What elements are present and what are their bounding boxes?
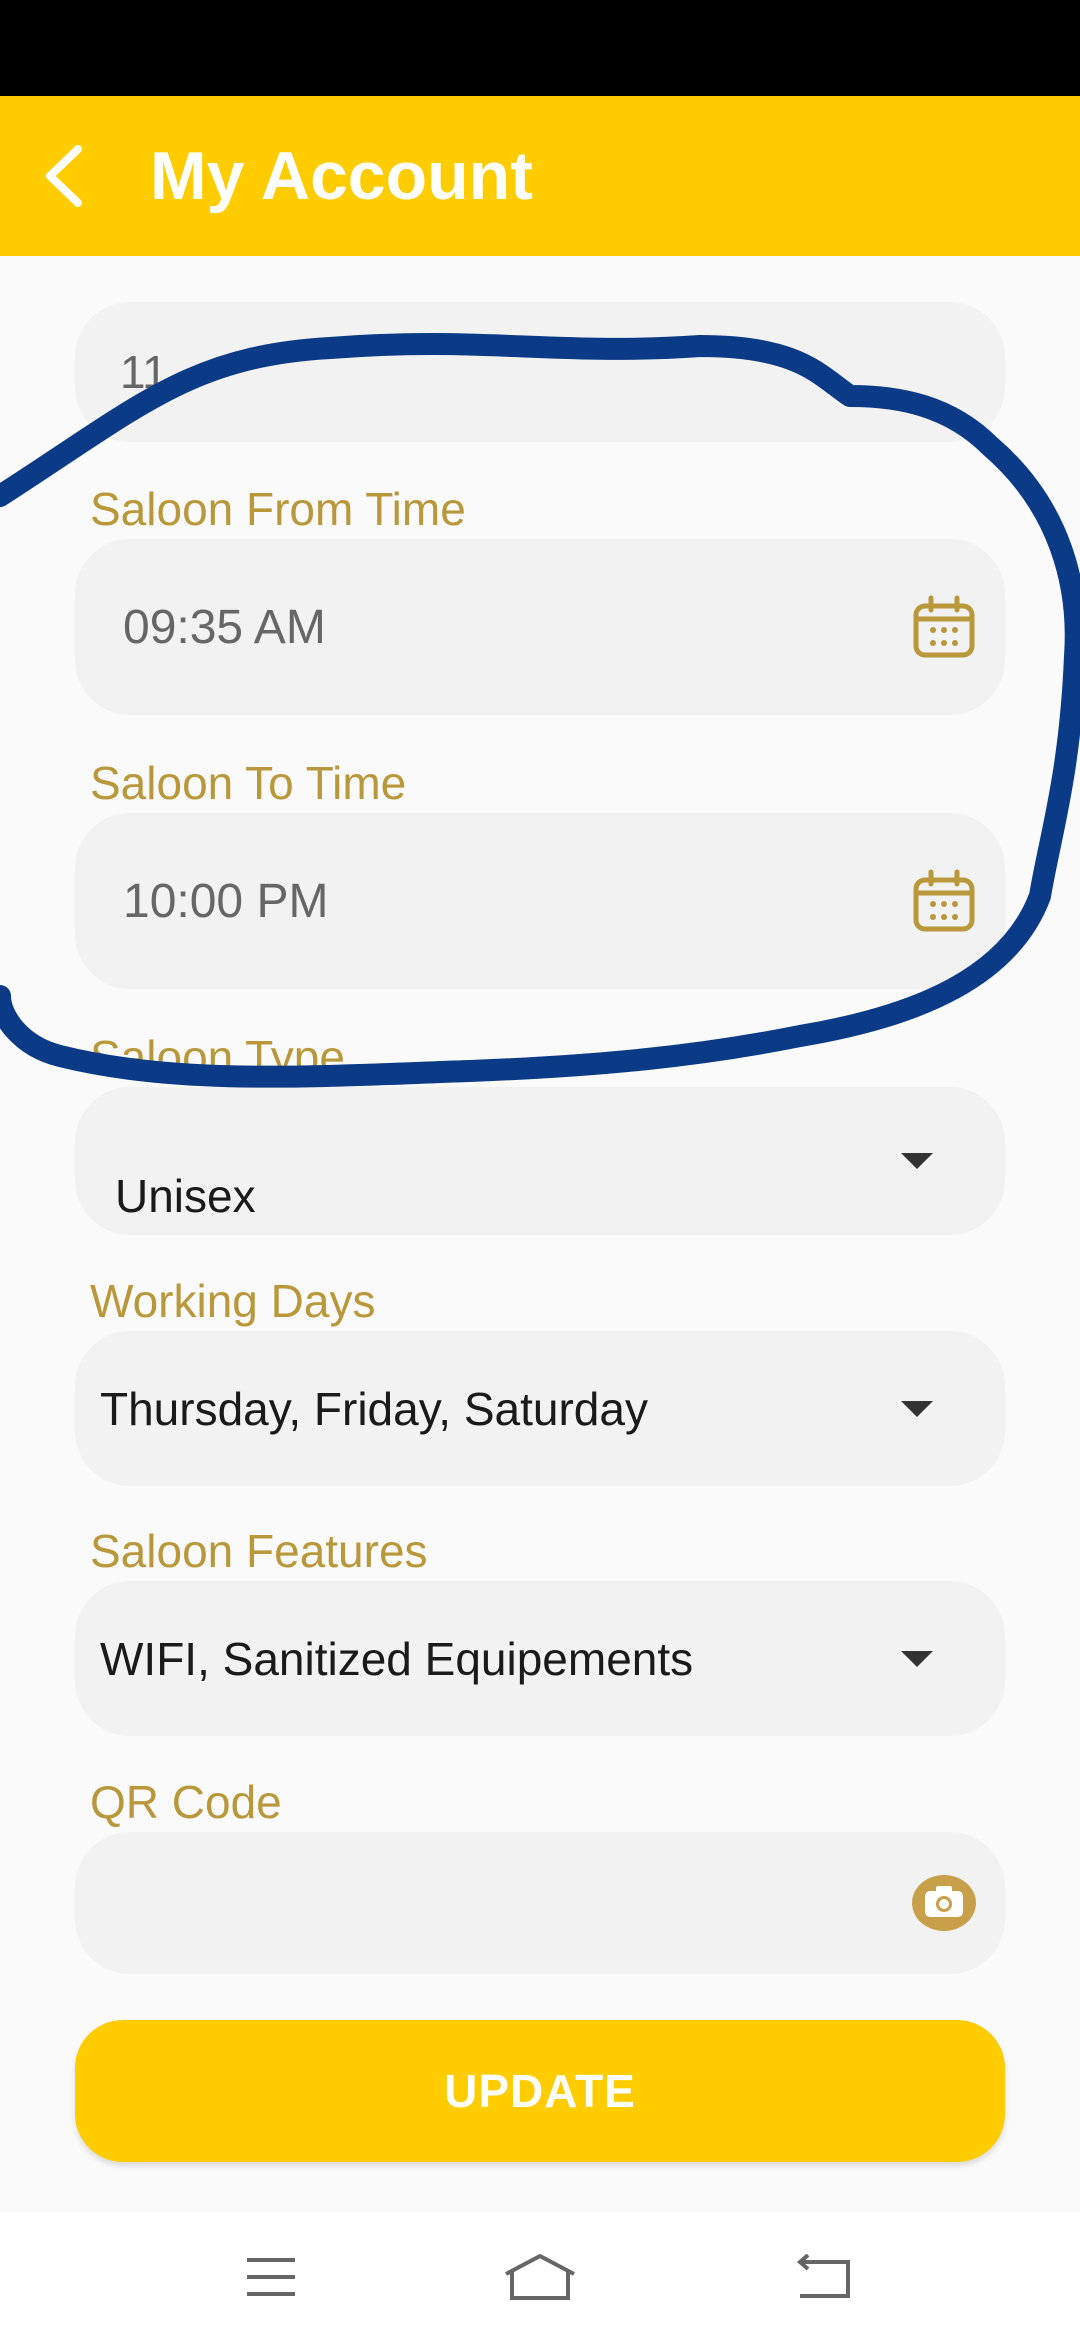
menu-icon[interactable] [231, 2242, 311, 2312]
working-days-label: Working Days [90, 1275, 376, 1327]
back-button[interactable] [0, 96, 130, 256]
chevron-down-icon [901, 1153, 933, 1169]
camera-icon[interactable] [911, 1874, 977, 1932]
calendar-icon[interactable] [911, 594, 977, 660]
page-title: My Account [150, 138, 533, 214]
saloon-type-label: Saloon Type [90, 1031, 345, 1083]
from-time-value: 09:35 AM [123, 600, 326, 654]
update-button[interactable]: UPDATE [75, 2020, 1005, 2162]
calendar-icon[interactable] [911, 868, 977, 934]
qr-code-label: QR Code [90, 1776, 282, 1828]
features-label: Saloon Features [90, 1525, 428, 1577]
to-time-label: Saloon To Time [90, 757, 407, 809]
saloon-type-select[interactable]: Unisex [75, 1087, 1005, 1235]
form-content[interactable]: 11 Saloon From Time 09:35 AM Saloon To T… [0, 256, 1080, 2212]
back-icon[interactable] [784, 2242, 864, 2312]
chevron-down-icon [901, 1401, 933, 1417]
chevron-down-icon [901, 1651, 933, 1667]
app-bar: My Account [0, 96, 1080, 256]
home-icon[interactable] [500, 2242, 580, 2312]
partial-field[interactable]: 11 [75, 302, 1005, 442]
to-time-field[interactable]: 10:00 PM [75, 813, 1005, 989]
system-nav-bar [0, 2212, 1080, 2340]
features-value: WIFI, Sanitized Equipements [100, 1632, 694, 1685]
to-time-value: 10:00 PM [123, 874, 329, 928]
chevron-left-icon [46, 145, 82, 207]
saloon-type-value: Unisex [115, 1170, 256, 1222]
working-days-value: Thursday, Friday, Saturday [100, 1382, 648, 1435]
from-time-label: Saloon From Time [90, 483, 466, 535]
status-bar [0, 0, 1080, 96]
partial-field-value: 11 [120, 346, 168, 398]
qr-code-field[interactable] [75, 1832, 1005, 1974]
features-select[interactable]: WIFI, Sanitized Equipements [75, 1581, 1005, 1736]
from-time-field[interactable]: 09:35 AM [75, 539, 1005, 715]
working-days-select[interactable]: Thursday, Friday, Saturday [75, 1331, 1005, 1486]
